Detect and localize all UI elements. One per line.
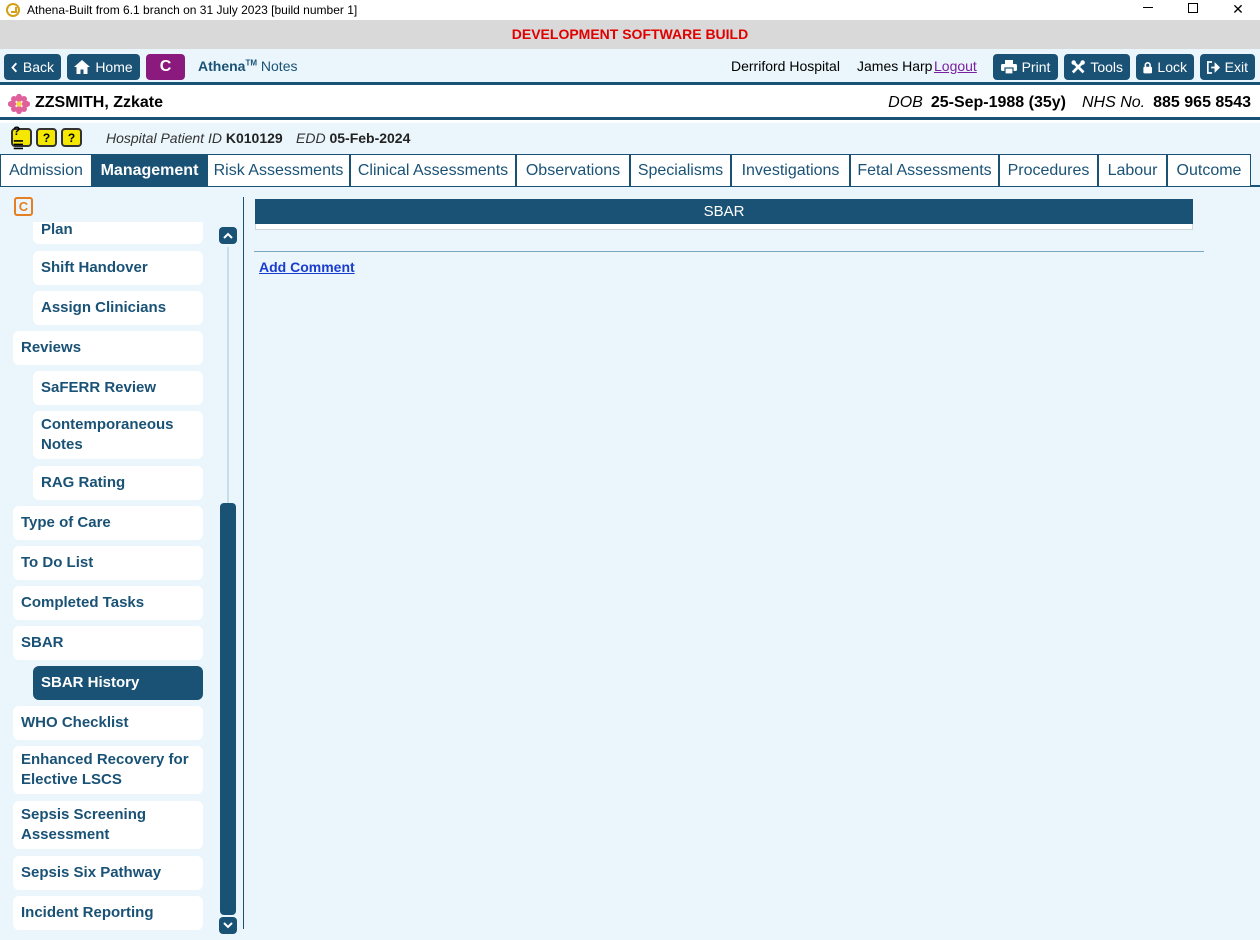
home-button-label: Home [95,59,133,75]
alert-icons: ?☰ ? ? [11,124,82,152]
dob-value: 25-Sep-1988 (35y) [930,94,1066,111]
home-icon [74,60,91,74]
sbar-section-body [255,224,1193,230]
sidebar-item-enhanced-recovery[interactable]: Enhanced Recovery for Elective LSCS [13,746,203,794]
hospital-id-label: Hospital Patient ID [106,130,222,146]
sidebar-nav: Plan Shift Handover Assign Clinicians Re… [0,222,210,940]
current-user: James Harp [857,58,933,74]
patient-identifiers: DOB 25-Sep-1988 (35y) NHS No. 885 965 85… [888,94,1251,112]
c-badge-icon[interactable]: C [14,197,33,216]
tab-outcome[interactable]: Outcome [1167,154,1251,186]
tab-fetal-assessments[interactable]: Fetal Assessments [850,154,999,186]
alert-list-icon[interactable]: ?☰ [11,124,32,152]
lock-button[interactable]: Lock [1136,54,1194,80]
print-button[interactable]: Print [993,54,1058,80]
nhs-number-label: NHS No. [1082,94,1146,111]
window-titlebar: Athena-Built from 6.1 branch on 31 July … [0,0,1260,20]
logout-link[interactable]: Logout [934,58,977,74]
sidebar-scrollbar[interactable] [219,227,237,937]
sidebar-item-sepsis-six-pathway[interactable]: Sepsis Six Pathway [13,856,203,890]
hospital-patient-id: Hospital Patient ID K010129 [106,130,283,146]
tools-button[interactable]: Tools [1064,54,1130,80]
close-icon[interactable]: ✕ [1215,0,1260,20]
main-toolbar: Back Home C AthenaTM Notes Derriford Hos… [0,49,1260,85]
lock-button-label: Lock [1157,59,1187,75]
vertical-divider [243,197,244,929]
flower-patient-icon [8,94,30,114]
patient-banner: ZZSMITH, Zzkate DOB 25-Sep-1988 (35y) NH… [0,88,1260,120]
sidebar-item-sepsis-screening[interactable]: Sepsis Screening Assessment [13,801,203,849]
sidebar-item-assign-clinicians[interactable]: Assign Clinicians [33,291,203,325]
sidebar-item-saferr-review[interactable]: SaFERR Review [33,371,203,405]
tools-button-label: Tools [1090,59,1123,75]
sidebar-item-shift-handover[interactable]: Shift Handover [33,251,203,285]
sidebar-item-sbar[interactable]: SBAR [13,626,203,660]
lock-icon [1143,61,1153,73]
main-tabs: Admission Management Risk Assessments Cl… [0,153,1260,187]
dob-label: DOB [888,94,923,111]
c-button-label: C [159,58,172,75]
exit-button-label: Exit [1224,59,1248,75]
app-context-label: AthenaTM Notes [198,58,297,74]
patient-name: ZZSMITH, Zzkate [35,94,164,111]
scroll-thumb[interactable] [220,503,236,915]
chevron-left-icon [11,62,18,72]
edd-label: EDD [296,130,326,146]
back-button-label: Back [22,59,54,75]
alert-question-icon[interactable]: ? [61,128,82,147]
tab-risk-assessments[interactable]: Risk Assessments [207,154,350,186]
tab-admission[interactable]: Admission [0,154,92,186]
hospital-id-value: K010129 [225,130,283,146]
sidebar-item-rag-rating[interactable]: RAG Rating [33,466,203,500]
content-divider [254,251,1204,252]
sidebar-item-reviews[interactable]: Reviews [13,331,203,365]
sidebar-item-incident-reporting[interactable]: Incident Reporting [13,896,203,930]
maximize-icon[interactable] [1170,0,1216,20]
printer-icon [1000,60,1017,74]
c-button[interactable]: C [146,54,185,80]
hospital-name: Derriford Hospital [731,58,840,74]
edd-value: 05-Feb-2024 [329,130,411,146]
tab-observations[interactable]: Observations [516,154,630,186]
back-button[interactable]: Back [4,54,61,80]
print-button-label: Print [1021,59,1051,75]
window-title: Athena-Built from 6.1 branch on 31 July … [27,3,358,17]
sidebar-item-who-checklist[interactable]: WHO Checklist [13,706,203,740]
home-button[interactable]: Home [67,54,140,80]
sidebar-item-type-of-care[interactable]: Type of Care [13,506,203,540]
tab-clinical-assessments[interactable]: Clinical Assessments [350,154,516,186]
patient-info-row: ?☰ ? ? Hospital Patient ID K010129 EDD 0… [0,123,1260,154]
nhs-number-value: 885 965 8543 [1153,94,1251,111]
main-area: C Plan Shift Handover Assign Clinicians … [0,187,1260,940]
sbar-section-header: SBAR [255,199,1193,224]
tab-labour[interactable]: Labour [1098,154,1167,186]
sidebar-item-plan[interactable]: Plan [33,222,203,244]
tab-procedures[interactable]: Procedures [999,154,1098,186]
sidebar-item-completed-tasks[interactable]: Completed Tasks [13,586,203,620]
exit-icon [1207,60,1220,74]
estimated-delivery-date: EDD 05-Feb-2024 [296,130,410,146]
tools-icon [1071,60,1085,74]
tab-investigations[interactable]: Investigations [731,154,850,186]
sidebar-item-sbar-history[interactable]: SBAR History [33,666,203,700]
tab-management[interactable]: Management [92,154,207,186]
scroll-down-icon[interactable] [219,917,237,934]
app-name: Athena [198,58,246,74]
development-build-banner: DEVELOPMENT SOFTWARE BUILD [0,20,1260,49]
tab-specialisms[interactable]: Specialisms [630,154,731,186]
app-section: Notes [260,58,298,74]
add-comment-link[interactable]: Add Comment [259,259,355,275]
minimize-icon[interactable] [1125,0,1171,20]
trademark: TM [245,58,258,68]
scroll-up-icon[interactable] [219,227,237,244]
sidebar-item-contemporaneous-notes[interactable]: Contemporaneous Notes [33,411,203,459]
sidebar-item-to-do-list[interactable]: To Do List [13,546,203,580]
athena-app-icon [6,3,20,17]
alert-question-icon[interactable]: ? [36,128,57,147]
exit-button[interactable]: Exit [1200,54,1255,80]
